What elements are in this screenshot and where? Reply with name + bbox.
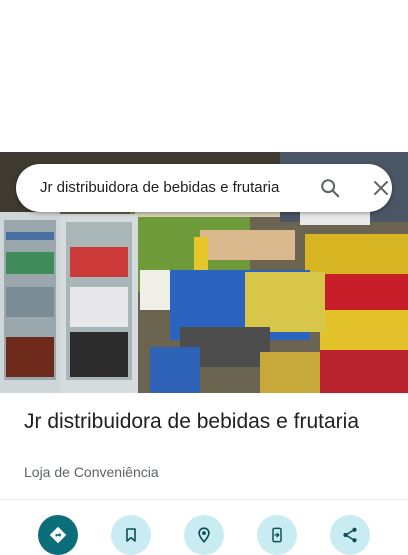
- share-button[interactable]: [330, 515, 370, 555]
- search-input[interactable]: Jr distribuidora de bebidas e frutaria: [40, 164, 304, 212]
- map-area-blank: [0, 0, 408, 152]
- place-category: Loja de Conveniência: [24, 464, 159, 480]
- send-to-phone-icon: [272, 527, 282, 543]
- share-icon: [343, 527, 357, 543]
- bookmark-icon: [126, 528, 136, 542]
- directions-icon: [49, 526, 67, 544]
- search-icon[interactable]: [315, 173, 345, 203]
- save-button[interactable]: [111, 515, 151, 555]
- divider: [0, 499, 408, 500]
- place-title: Jr distribuidora de bebidas e frutaria: [24, 410, 360, 433]
- nearby-button[interactable]: [184, 515, 224, 555]
- send-to-phone-button[interactable]: [257, 515, 297, 555]
- search-bar[interactable]: Jr distribuidora de bebidas e frutaria: [16, 164, 392, 212]
- directions-button[interactable]: [38, 515, 78, 555]
- nearby-icon: [198, 527, 210, 543]
- close-icon[interactable]: [366, 173, 396, 203]
